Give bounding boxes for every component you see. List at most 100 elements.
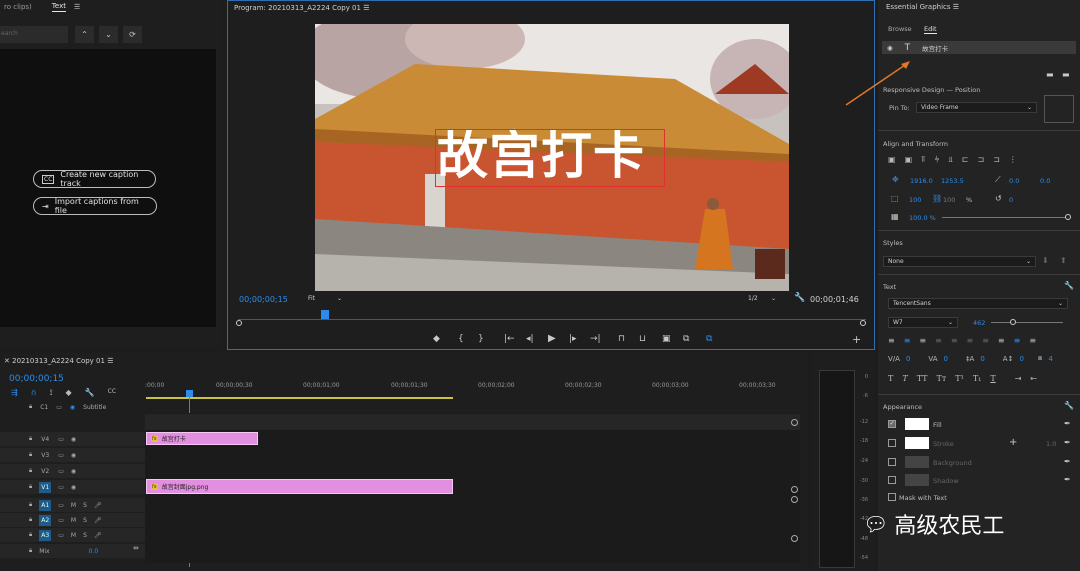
justify-last-center-icon[interactable]: ≡ xyxy=(951,336,958,345)
mute-icon[interactable]: M xyxy=(71,502,76,509)
track-a3-label[interactable]: A3 xyxy=(39,529,52,541)
align-vertical-center-icon[interactable]: ▣ xyxy=(888,155,896,165)
step-forward-icon[interactable]: |▸ xyxy=(569,334,577,344)
link-scale-icon[interactable]: ⛓︎ xyxy=(932,194,942,203)
align-center-icon[interactable]: ⊐ xyxy=(977,155,984,165)
font-size-slider-thumb[interactable] xyxy=(1010,319,1016,325)
align-text-center-icon[interactable]: ≡ xyxy=(904,336,911,345)
track-a3[interactable]: 🔒︎ A3 ▭ M S 🎤︎ xyxy=(0,528,145,542)
track-eye-icon[interactable]: ◉ xyxy=(71,484,76,491)
anchor-value[interactable]: 0.0 xyxy=(1009,177,1019,185)
sync-lock-icon[interactable]: ▭ xyxy=(58,502,64,509)
align-text-right-icon[interactable]: ≡ xyxy=(919,336,926,345)
track-v2-label[interactable]: V2 xyxy=(39,466,51,477)
faux-italic-icon[interactable]: T xyxy=(902,374,907,383)
align-right-icon[interactable]: ⊐ xyxy=(993,155,1000,165)
top-align-icon[interactable]: ≡ xyxy=(998,336,1005,345)
fill-eyedropper-icon[interactable]: ✒ xyxy=(1064,419,1071,428)
baseline-value[interactable]: 0 xyxy=(1019,355,1023,363)
justify-last-left-icon[interactable]: ≡ xyxy=(935,336,942,345)
track-eye-icon[interactable]: ◉ xyxy=(71,452,76,459)
mic-icon[interactable]: 🎤︎ xyxy=(94,517,102,524)
kerning-value[interactable]: 0 xyxy=(906,355,910,363)
snap-icon[interactable]: ∩ xyxy=(31,388,37,398)
mute-icon[interactable]: M xyxy=(71,517,76,524)
mark-out-icon[interactable]: } xyxy=(478,334,484,344)
close-tab-icon[interactable]: ✕ xyxy=(4,357,10,365)
lock-icon[interactable]: 🔒︎ xyxy=(29,403,32,411)
opacity-slider-track[interactable] xyxy=(942,217,1068,218)
marker-icon[interactable]: ◆ xyxy=(433,334,440,344)
opacity-slider-thumb[interactable] xyxy=(1065,214,1071,220)
subtitle-toggle-icon[interactable]: ▭ xyxy=(56,404,62,411)
small-caps-icon[interactable]: Tт xyxy=(937,374,947,383)
track-v1-label[interactable]: V1 xyxy=(39,481,52,493)
shadow-eyedropper-icon[interactable]: ✒ xyxy=(1064,475,1071,484)
fill-checkbox[interactable]: ✓ xyxy=(888,420,896,428)
create-caption-track-button[interactable]: CC Create new caption track xyxy=(33,170,156,188)
eg-tab-edit[interactable]: Edit xyxy=(924,25,937,34)
pos-x-value[interactable]: 1916.0 xyxy=(910,177,933,185)
vscroll-handle-bottom[interactable] xyxy=(791,535,798,542)
layer-visibility-eye-icon[interactable]: ◉ xyxy=(887,44,893,52)
pin-widget[interactable] xyxy=(1044,95,1074,123)
vscroll-handle-mid[interactable] xyxy=(791,486,798,493)
export-frame-icon[interactable]: ▣ xyxy=(662,334,671,344)
clip-v1-image[interactable]: fx 故宫封面jpg.png xyxy=(146,479,453,494)
text-bounding-box[interactable] xyxy=(435,129,665,187)
stroke-color-swatch[interactable] xyxy=(905,437,929,449)
extract-icon[interactable]: ⊔ xyxy=(639,334,646,344)
tab-menu-icon[interactable]: ☰ xyxy=(74,3,80,11)
work-area-bar[interactable] xyxy=(146,397,453,399)
align-middle-icon[interactable]: ⫩ xyxy=(935,155,940,165)
scale-height-value[interactable]: 100 xyxy=(943,196,955,204)
track-v3-label[interactable]: V3 xyxy=(39,450,51,461)
justify-last-right-icon[interactable]: ≡ xyxy=(967,336,974,345)
sync-lock-icon[interactable]: ▭ xyxy=(58,532,64,539)
style-up-icon[interactable]: ⬆ xyxy=(1060,256,1067,265)
anchor-value-2[interactable]: 0.0 xyxy=(1040,177,1050,185)
tsume-value[interactable]: 4 xyxy=(1048,355,1052,363)
track-lock-icon[interactable]: 🔒︎ xyxy=(29,531,32,539)
track-v1[interactable]: 🔒︎ V1 ▭ ◉ xyxy=(0,480,145,494)
track-eye-icon[interactable]: ◉ xyxy=(71,468,76,475)
eg-layer-row[interactable]: ◉ T 故宫打卡 xyxy=(882,41,1076,54)
fill-color-swatch[interactable] xyxy=(905,418,929,430)
font-size-value[interactable]: 462 xyxy=(973,319,985,327)
pin-to-dropdown[interactable]: Video Frame ⌄ xyxy=(916,102,1037,113)
resolution-dropdown[interactable]: 1/2 ⌄ xyxy=(744,293,780,304)
appearance-wrench-icon[interactable]: 🔧 xyxy=(1064,401,1074,410)
solo-icon[interactable]: S xyxy=(83,532,87,539)
captions-icon[interactable]: CC xyxy=(108,388,116,398)
align-left-icon[interactable]: ⊏ xyxy=(962,155,969,165)
tracking-value[interactable]: 0 xyxy=(944,355,948,363)
eg-tab-browse[interactable]: Browse xyxy=(888,25,912,33)
bottom-align-icon[interactable]: ≡ xyxy=(1029,336,1036,345)
mic-icon[interactable]: 🎤︎ xyxy=(94,502,102,509)
chevron-up-button[interactable]: ⌃ xyxy=(75,26,94,43)
go-to-in-icon[interactable]: |← xyxy=(504,334,515,344)
shadow-checkbox[interactable] xyxy=(888,476,896,484)
tab-text[interactable]: Text xyxy=(51,2,66,12)
track-v4-label[interactable]: V4 xyxy=(39,434,51,445)
import-captions-button[interactable]: ⇥ Import captions from file xyxy=(33,197,157,215)
faux-bold-icon[interactable]: T xyxy=(888,374,893,383)
vr-icon[interactable]: ⧉ xyxy=(706,334,712,344)
program-current-time[interactable]: 00;00;00;15 xyxy=(239,295,288,304)
delete-layer-icon[interactable]: ▬ xyxy=(1062,70,1070,79)
stroke-checkbox[interactable] xyxy=(888,439,896,447)
font-size-slider-track[interactable] xyxy=(991,322,1063,323)
timeline-timecode[interactable]: 00;00;00;15 xyxy=(9,374,64,384)
track-a2[interactable]: 🔒︎ A2 ▭ M S 🎤︎ xyxy=(0,513,145,527)
subscript-icon[interactable]: T₁ xyxy=(973,374,982,383)
stroke-width-value[interactable]: 1.0 xyxy=(1046,440,1056,448)
go-to-out-icon[interactable]: →| xyxy=(590,334,601,344)
distribute-icon[interactable]: ⋮ xyxy=(1009,155,1017,165)
mic-icon[interactable]: 🎤︎ xyxy=(94,532,102,539)
clip-v4-title[interactable]: fx 故宫打卡 xyxy=(146,432,258,445)
shadow-color-swatch[interactable] xyxy=(905,474,929,486)
compare-icon[interactable]: ⧉ xyxy=(683,334,689,344)
vscroll-handle-top[interactable] xyxy=(791,419,798,426)
background-color-swatch[interactable] xyxy=(905,456,929,468)
settings-wrench-icon[interactable]: 🔧 xyxy=(794,293,805,303)
